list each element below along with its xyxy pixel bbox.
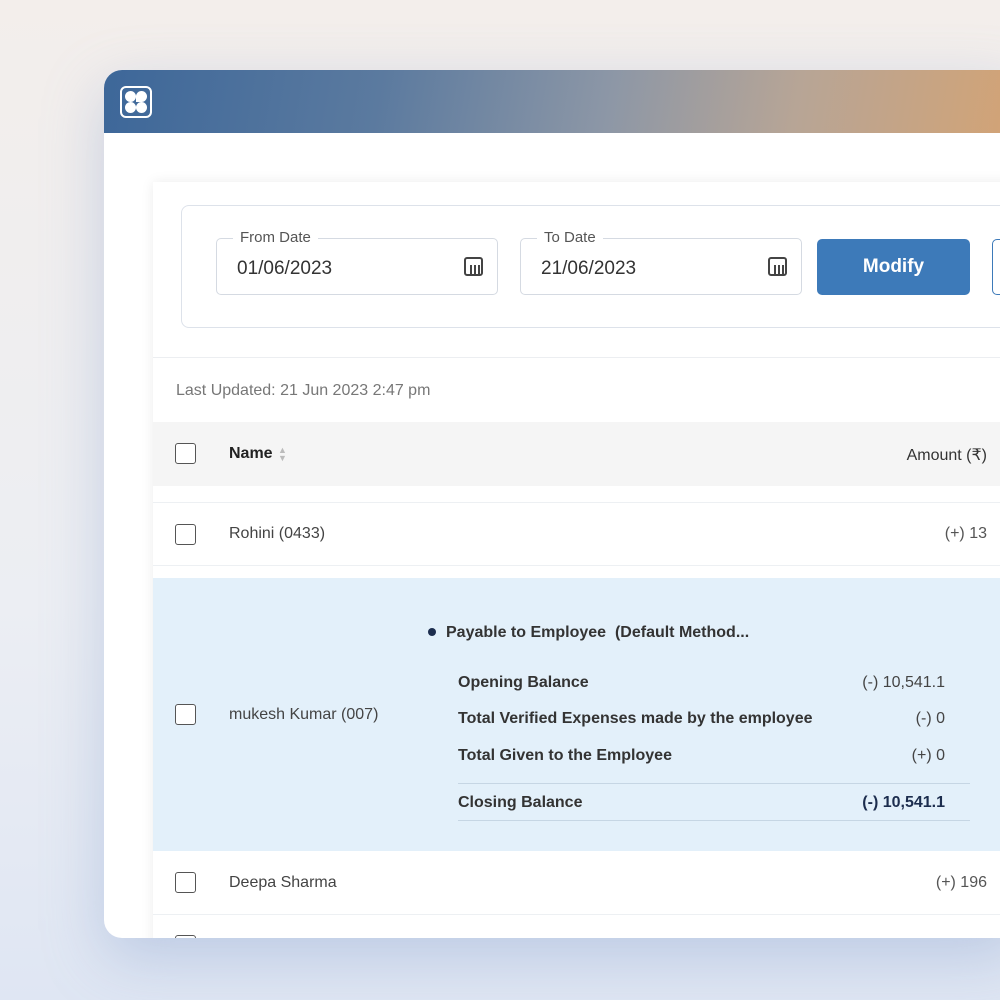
table-row[interactable]: Deepa Sharma (+) 196 [153, 851, 1000, 915]
divider [458, 820, 970, 821]
select-all-checkbox[interactable] [175, 443, 196, 464]
row-amount: (+) 13 [944, 525, 987, 542]
line-label: Total Given to the Employee [458, 747, 672, 764]
from-date-label: From Date [233, 229, 318, 246]
line-value: (-) 10,541.1 [862, 794, 945, 811]
to-date-value[interactable]: 21/06/2023 [541, 258, 636, 280]
row-name: Rohini (0433) [229, 525, 326, 542]
row-name: Deepa Sharma [229, 874, 337, 891]
closing-balance-line: Closing Balance (-) 10,541.1 [458, 794, 970, 812]
line-label: Total Verified Expenses made by the empl… [458, 710, 813, 727]
date-filter: From Date 01/06/2023 To Date 21/06/2023 … [181, 205, 1000, 328]
line-value: (+) 0 [911, 747, 945, 764]
row-checkbox[interactable] [175, 704, 196, 725]
table-row-expanded[interactable]: mukesh Kumar (007) Payable to Employee (… [153, 578, 1000, 851]
amount-column-header: Amount (₹) [906, 447, 987, 464]
bullet-icon [428, 628, 436, 636]
opening-balance-line: Opening Balance (-) 10,541.1 [458, 674, 970, 692]
row-checkbox[interactable] [175, 524, 196, 545]
last-updated: Last Updated: 21 Jun 2023 2:47 pm [176, 382, 431, 399]
line-value: (-) 0 [915, 710, 945, 727]
sort-icon[interactable]: ▲ ▼ [278, 446, 287, 463]
row-amount: (+) 196 [935, 874, 987, 891]
row-name: mukesh Kumar (007) [229, 706, 379, 723]
table-header: Name ▲ ▼ Amount (₹) [153, 422, 1000, 486]
row-checkbox[interactable] [175, 935, 196, 938]
from-date-value[interactable]: 01/06/2023 [237, 258, 332, 280]
to-date-field[interactable]: To Date 21/06/2023 [520, 229, 802, 295]
divider [458, 783, 970, 784]
name-column-header[interactable]: Name [229, 445, 273, 463]
total-given-line: Total Given to the Employee (+) 0 [458, 747, 970, 765]
payable-title: Payable to Employee (Default Method... [446, 624, 750, 641]
secondary-button[interactable] [992, 239, 1000, 295]
table-row[interactable]: Rohini (0433) (+) 13 [153, 502, 1000, 566]
line-value: (-) 10,541.1 [862, 674, 945, 691]
calendar-icon[interactable] [768, 257, 787, 276]
app-header [104, 70, 1000, 133]
verified-expenses-line: Total Verified Expenses made by the empl… [458, 710, 970, 728]
from-date-field[interactable]: From Date 01/06/2023 [216, 229, 498, 295]
row-checkbox[interactable] [175, 872, 196, 893]
modify-button[interactable]: Modify [817, 239, 970, 295]
line-label: Closing Balance [458, 794, 583, 811]
report-card: From Date 01/06/2023 To Date 21/06/2023 … [153, 182, 1000, 938]
to-date-label: To Date [537, 229, 603, 246]
line-label: Opening Balance [458, 674, 589, 691]
calendar-icon[interactable] [464, 257, 483, 276]
app-logo-icon[interactable] [120, 86, 152, 118]
divider [153, 357, 1000, 358]
app-window: From Date 01/06/2023 To Date 21/06/2023 … [104, 70, 1000, 938]
